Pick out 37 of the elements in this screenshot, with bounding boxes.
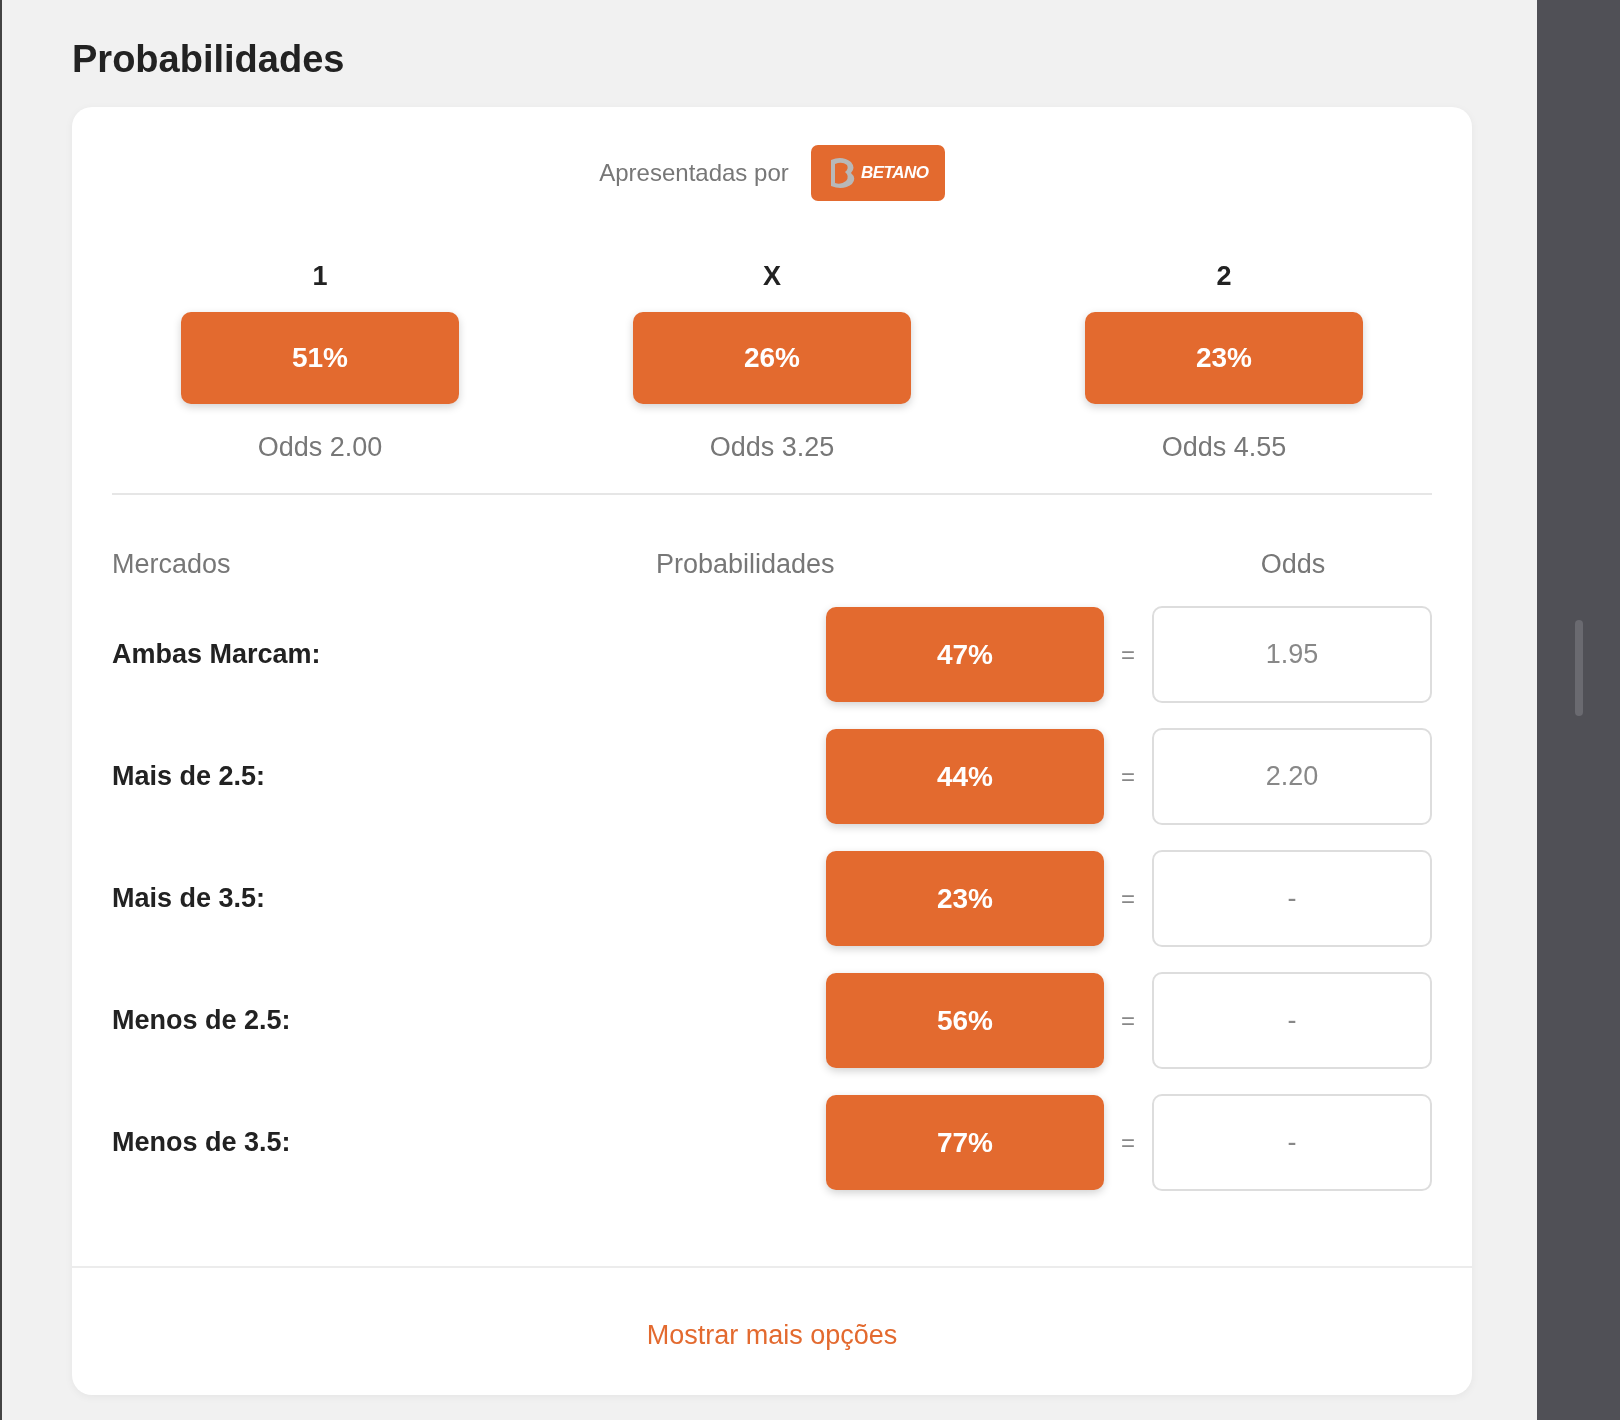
- odds-box: 2.20: [1152, 728, 1432, 825]
- scrollbar-thumb[interactable]: [1574, 620, 1583, 716]
- probability-chip: 26%: [633, 312, 911, 404]
- column-header: Probabilidades: [656, 549, 835, 580]
- market-name: Mais de 3.5:: [112, 883, 267, 914]
- probability-chip: 56%: [826, 973, 1104, 1068]
- odds-text: Odds 4.55: [1161, 432, 1287, 463]
- outcome-label: 1: [312, 261, 328, 292]
- equals-sign: =: [1120, 884, 1136, 913]
- odds-box: -: [1152, 972, 1432, 1069]
- market-name: Ambas Marcam:: [112, 639, 322, 670]
- odds-box: 1.95: [1152, 606, 1432, 703]
- section-title: Probabilidades: [72, 38, 346, 81]
- probability-chip: 44%: [826, 729, 1104, 824]
- equals-sign: =: [1120, 1006, 1136, 1035]
- market-name: Mais de 2.5:: [112, 761, 267, 792]
- odds-text: Odds 2.00: [257, 432, 383, 463]
- brand-logo: BETANO: [810, 145, 945, 201]
- odds-box: -: [1152, 1094, 1432, 1191]
- probability-chip: 23%: [1085, 312, 1363, 404]
- probability-chip: 23%: [826, 851, 1104, 946]
- probability-chip: 51%: [181, 312, 459, 404]
- market-name: Menos de 2.5:: [112, 1005, 292, 1036]
- outcome-label: X: [763, 261, 781, 292]
- equals-sign: =: [1120, 1128, 1136, 1157]
- equals-sign: =: [1120, 762, 1136, 791]
- equals-sign: =: [1120, 640, 1136, 669]
- column-header: Odds: [1259, 549, 1327, 580]
- market-name: Menos de 3.5:: [112, 1127, 292, 1158]
- show-more-link[interactable]: Mostrar mais opções: [646, 1320, 898, 1351]
- odds-text: Odds 3.25: [709, 432, 835, 463]
- sponsor-label: Apresentadas por: [599, 159, 789, 187]
- column-header: Mercados: [112, 549, 232, 580]
- probability-chip: 77%: [826, 1095, 1104, 1190]
- outcome-label: 2: [1216, 261, 1232, 292]
- probability-chip: 47%: [826, 607, 1104, 702]
- odds-box: -: [1152, 850, 1432, 947]
